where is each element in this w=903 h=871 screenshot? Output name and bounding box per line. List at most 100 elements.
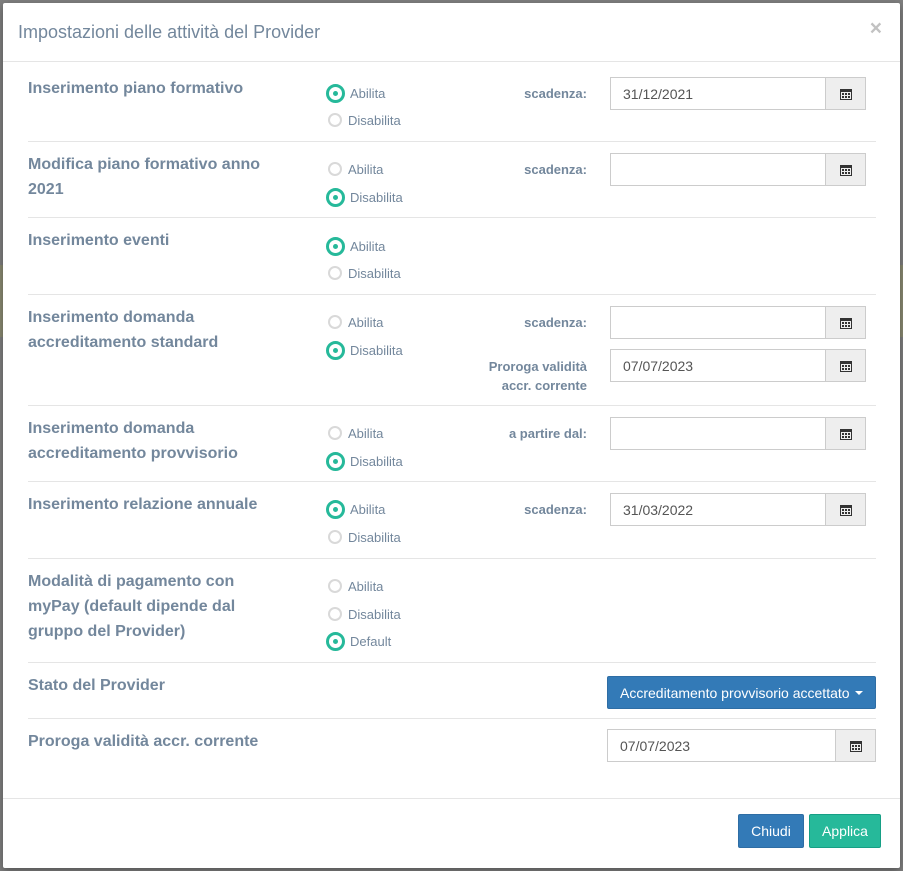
a-partire-dal-date-input[interactable] [610, 417, 866, 450]
radio-abilita[interactable]: Abilita [326, 83, 386, 103]
date-value: 07/07/2023 [620, 738, 691, 754]
calendar-icon [839, 428, 852, 440]
calendar-button[interactable] [825, 154, 865, 185]
radio-disabilita[interactable]: Disabilita [328, 527, 401, 547]
calendar-button[interactable] [825, 307, 865, 338]
radio-circle [326, 187, 345, 207]
row-label-modalita-pagamento: Modalità di pagamento con myPay (default… [28, 569, 318, 644]
radio-circle [326, 340, 345, 360]
scadenza-label: scadenza: [524, 86, 587, 101]
radio-label: Abilita [348, 314, 384, 330]
modal-title: Impostazioni delle attività del Provider [18, 22, 321, 42]
close-button[interactable]: Chiudi [738, 814, 804, 848]
radio-circle [328, 315, 342, 329]
label-line: Inserimento domanda [28, 420, 195, 437]
scadenza-date-input[interactable] [610, 306, 866, 339]
stato-provider-label: Stato del Provider [28, 677, 165, 694]
radio-circle [326, 236, 345, 256]
date-value: 31/03/2022 [623, 502, 694, 518]
radio-label: Disabilita [348, 112, 401, 128]
radio-abilita[interactable]: Abilita [328, 159, 383, 179]
label-line: accreditamento standard [28, 334, 219, 351]
calendar-button[interactable] [825, 418, 865, 449]
radio-label: Abilita [350, 501, 386, 517]
radio-label: Disabilita [350, 342, 403, 358]
scadenza-label: scadenza: [524, 315, 587, 330]
radio-abilita[interactable]: Abilita [326, 499, 386, 519]
label-line: myPay (default dipende dal [28, 598, 236, 615]
calendar-icon [839, 317, 852, 329]
label-line: Modifica piano formativo anno [28, 156, 261, 173]
radio-abilita[interactable]: Abilita [326, 236, 386, 256]
radio-circle [326, 499, 345, 519]
radio-circle [326, 631, 345, 651]
scadenza-date-input[interactable]: 31/03/2022 [610, 493, 866, 526]
modal-header: Impostazioni delle attività del Provider… [3, 3, 900, 62]
calendar-button[interactable] [825, 494, 865, 525]
radio-disabilita[interactable]: Disabilita [326, 187, 403, 207]
dropdown-value: Accreditamento provvisorio accettato [620, 685, 850, 701]
proroga-validita-label: Proroga validità accr. corrente [28, 733, 259, 750]
apply-button[interactable]: Applica [809, 814, 881, 848]
modal-footer-divider [3, 798, 900, 799]
date-value: 31/12/2021 [623, 86, 694, 102]
row-label-inserimento-eventi: Inserimento eventi [28, 232, 170, 249]
radio-label: Disabilita [348, 529, 401, 545]
radio-disabilita[interactable]: Disabilita [328, 604, 401, 624]
provider-state-dropdown[interactable]: Accreditamento provvisorio accettato [607, 676, 876, 709]
radio-disabilita[interactable]: Disabilita [326, 340, 403, 360]
label-line: 2021 [28, 181, 64, 198]
calendar-icon [839, 88, 852, 100]
radio-label: Disabilita [350, 453, 403, 469]
calendar-icon [839, 164, 852, 176]
radio-abilita[interactable]: Abilita [328, 423, 383, 443]
radio-abilita[interactable]: Abilita [328, 312, 383, 332]
date-value: 07/07/2023 [623, 358, 694, 374]
radio-label: Abilita [350, 238, 386, 254]
radio-label: Abilita [350, 85, 386, 101]
radio-disabilita[interactable]: Disabilita [328, 110, 401, 130]
scadenza-label: scadenza: [524, 162, 587, 177]
radio-circle [328, 607, 342, 621]
radio-circle [326, 83, 345, 103]
radio-circle [328, 426, 342, 440]
calendar-icon [849, 740, 862, 752]
provider-settings-modal: Impostazioni delle attività del Provider… [3, 3, 900, 868]
radio-label: Abilita [348, 161, 384, 177]
row-label-relazione-annuale: Inserimento relazione annuale [28, 496, 258, 513]
proroga-date-input[interactable]: 07/07/2023 [607, 729, 876, 762]
proroga-date-input[interactable]: 07/07/2023 [610, 349, 866, 382]
radio-label: Disabilita [348, 265, 401, 281]
radio-label: Abilita [348, 578, 384, 594]
row-label-domanda-provvisorio: Inserimento domanda accreditamento provv… [28, 416, 318, 466]
proroga-validita-label: Proroga validità accr. corrente [489, 357, 587, 395]
radio-label: Default [350, 633, 392, 649]
calendar-icon [839, 504, 852, 516]
calendar-button[interactable] [825, 78, 865, 109]
caret-down-icon [855, 691, 863, 695]
radio-disabilita[interactable]: Disabilita [328, 263, 401, 283]
calendar-icon [839, 360, 852, 372]
scadenza-date-input[interactable]: 31/12/2021 [610, 77, 866, 110]
close-icon[interactable]: × [870, 17, 882, 41]
label-line: gruppo del Provider) [28, 623, 186, 640]
label-line: Modalità di pagamento con [28, 573, 235, 590]
radio-label: Abilita [348, 425, 384, 441]
radio-default[interactable]: Default [326, 631, 392, 651]
row-label-inserimento-piano: Inserimento piano formativo [28, 80, 244, 97]
label-line: accr. corrente [501, 378, 587, 393]
scadenza-date-input[interactable] [610, 153, 866, 186]
label-line: accreditamento provvisorio [28, 445, 238, 462]
scadenza-label: scadenza: [524, 502, 587, 517]
radio-disabilita[interactable]: Disabilita [326, 451, 403, 471]
radio-circle [328, 579, 342, 593]
radio-circle [328, 530, 342, 544]
radio-label: Disabilita [350, 189, 403, 205]
calendar-button[interactable] [825, 350, 865, 381]
a-partire-dal-label: a partire dal: [508, 426, 587, 441]
calendar-button[interactable] [835, 730, 875, 761]
radio-abilita[interactable]: Abilita [328, 576, 383, 596]
radio-circle [328, 113, 342, 127]
row-label-modifica-piano: Modifica piano formativo anno 2021 [28, 152, 318, 202]
radio-circle [328, 162, 342, 176]
